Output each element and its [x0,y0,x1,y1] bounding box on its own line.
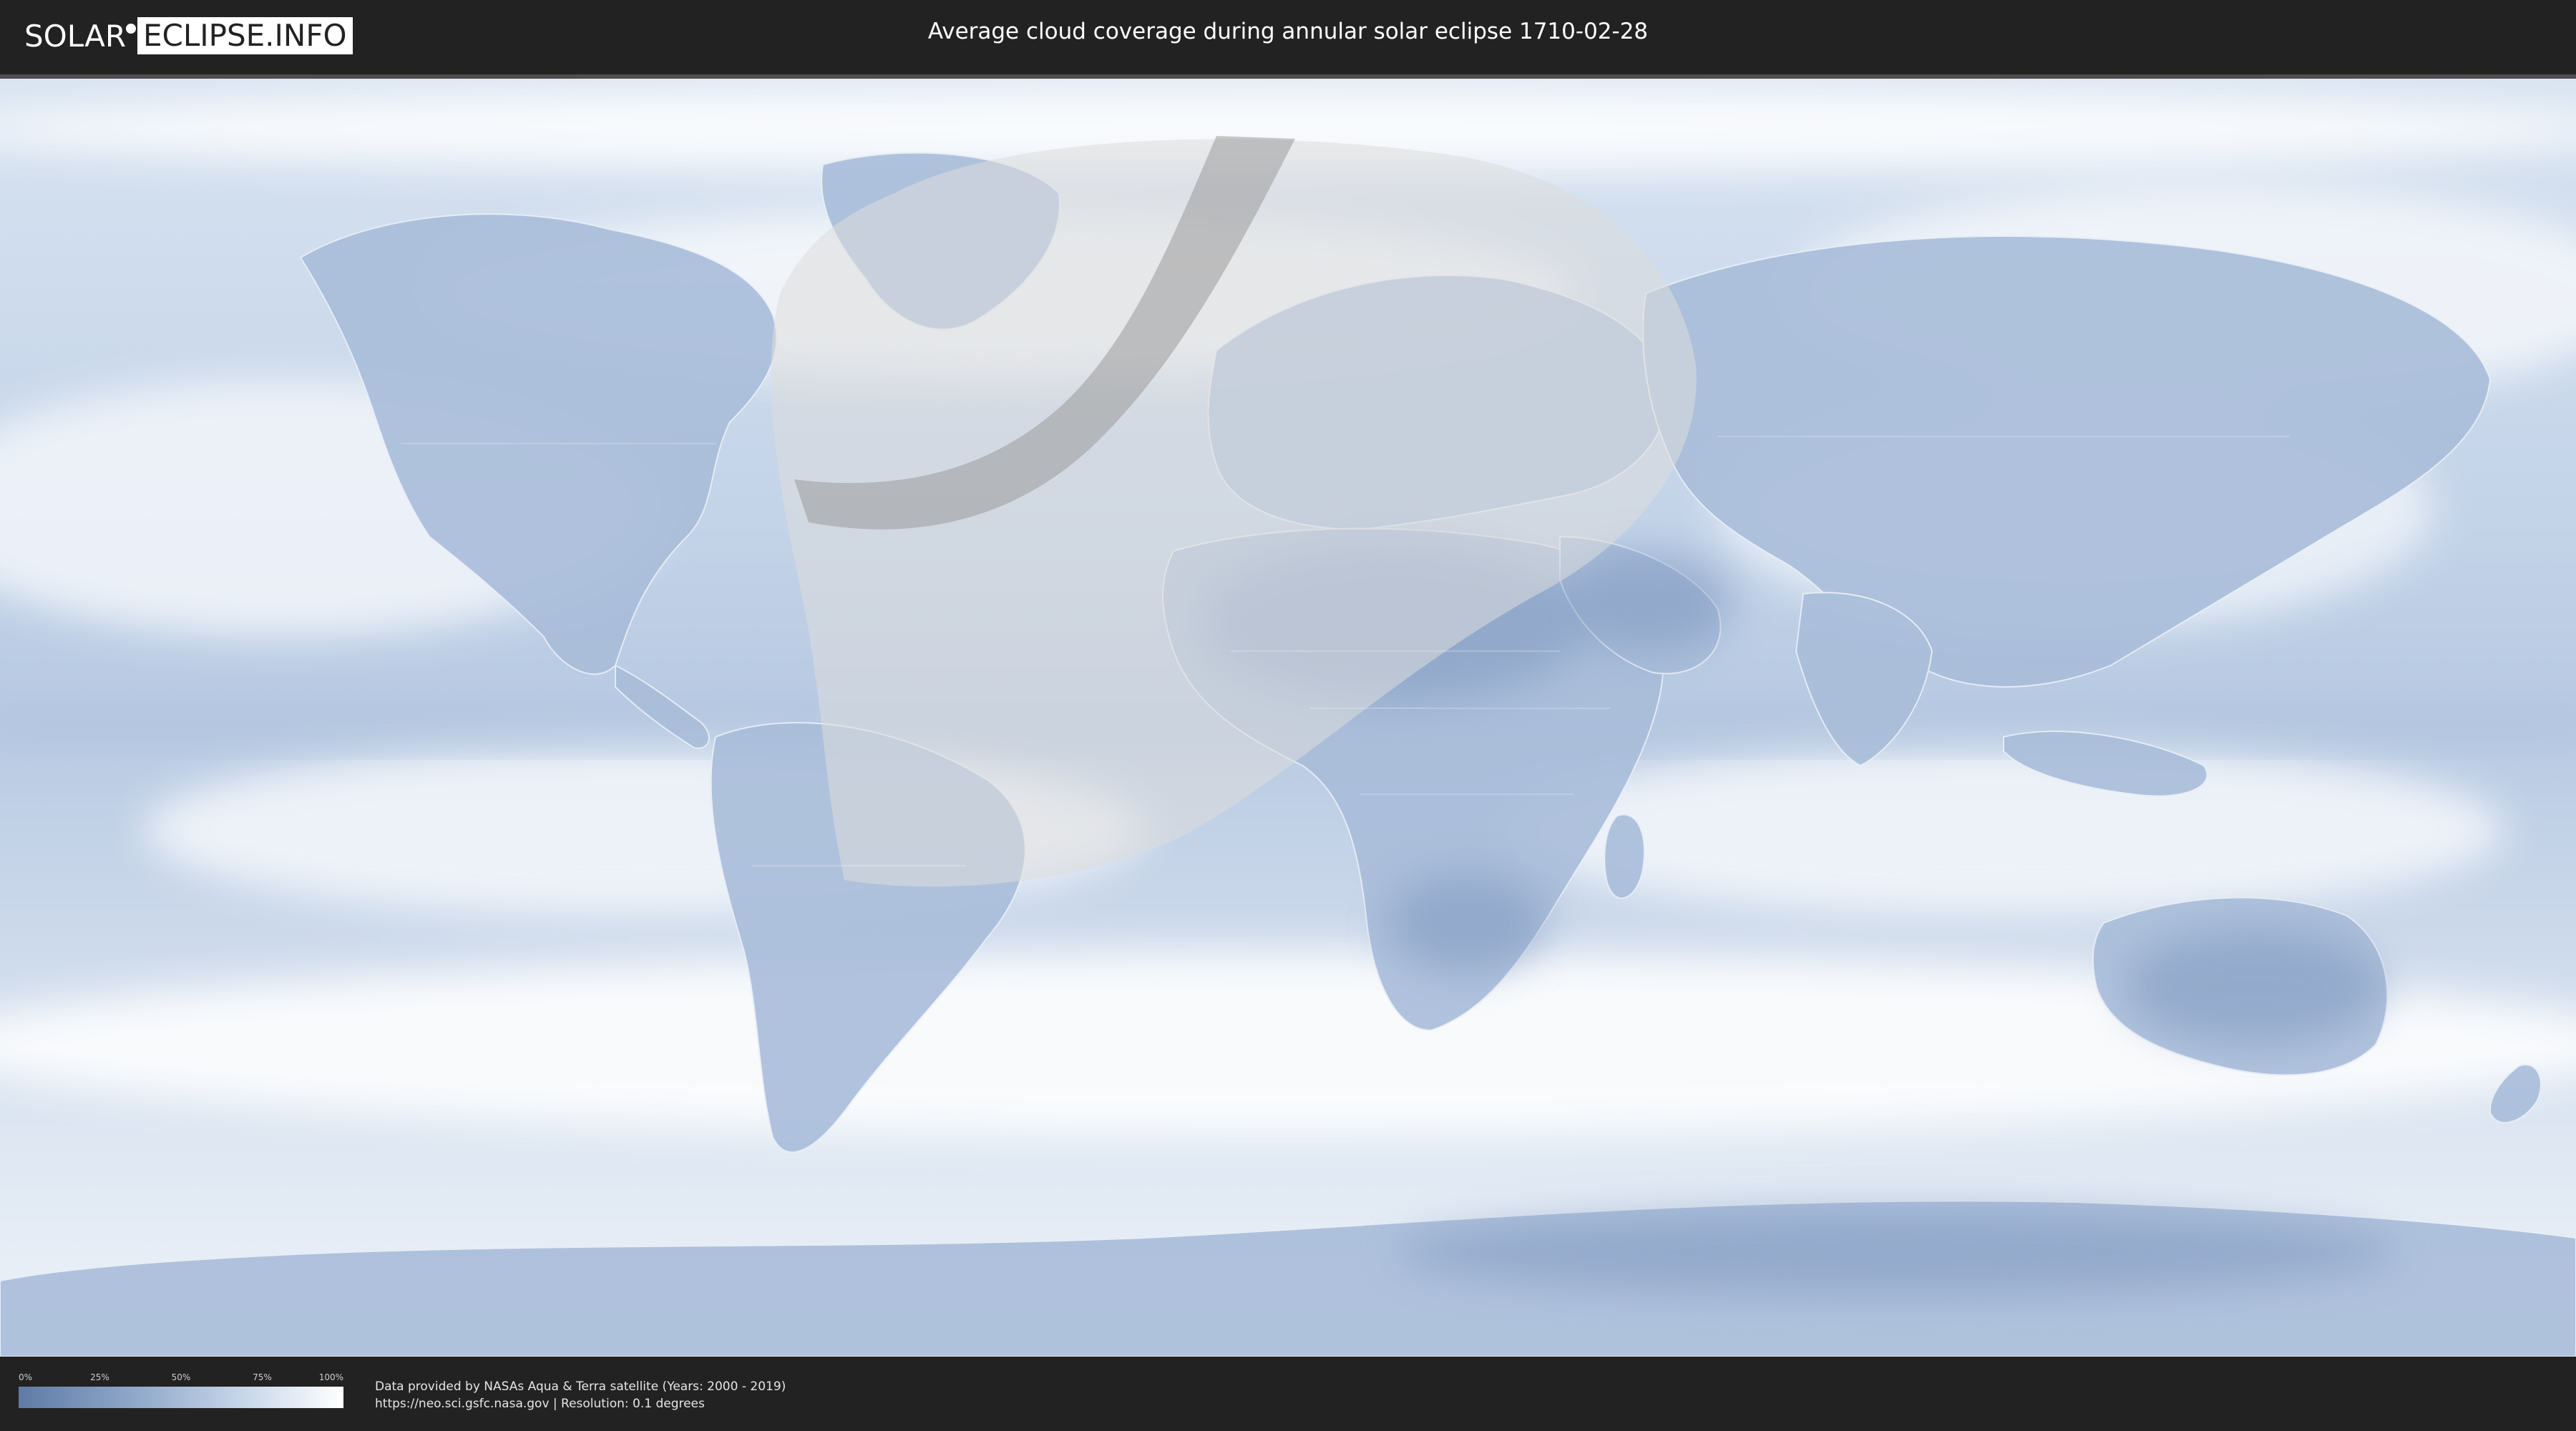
legend-tick-0: 0% [19,1372,33,1382]
legend-color-bar [19,1387,343,1408]
header-bar: SOLAR ECLIPSE.INFO Average cloud coverag… [0,0,2576,72]
legend-tick-100: 100% [318,1372,343,1382]
map-canvas [0,79,2576,1357]
page: SOLAR ECLIPSE.INFO Average cloud coverag… [0,0,2576,1431]
cloud-coverage-map [0,74,2576,1357]
cloud-coverage-legend: 0% 25% 50% 75% 100% [19,1372,343,1408]
credits-line-source: Data provided by NASAs Aqua & Terra sate… [375,1379,786,1394]
data-credits: Data provided by NASAs Aqua & Terra sate… [375,1378,786,1412]
footer-bar: 0% 25% 50% 75% 100% Data provided by NAS… [0,1357,2576,1431]
legend-tick-50: 50% [171,1372,191,1382]
legend-ticks: 0% 25% 50% 75% 100% [19,1372,343,1384]
legend-tick-75: 75% [253,1372,272,1382]
credits-line-url: https://neo.sci.gsfc.nasa.gov | Resoluti… [375,1397,705,1411]
legend-tick-25: 25% [90,1372,109,1382]
page-title: Average cloud coverage during annular so… [927,19,1649,44]
